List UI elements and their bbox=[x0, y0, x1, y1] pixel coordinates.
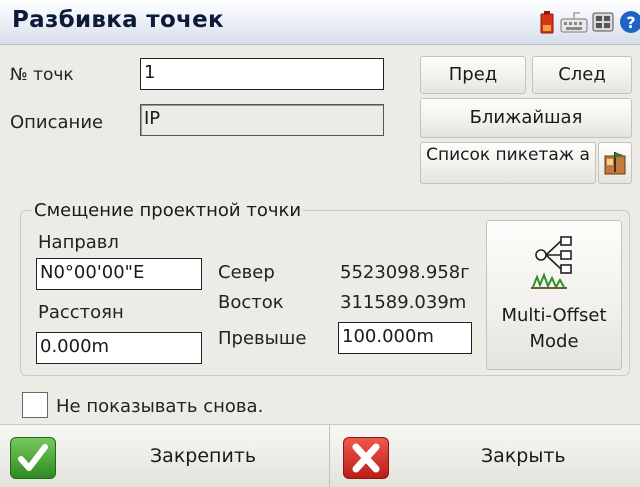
distance-label: Расстоян bbox=[38, 302, 124, 323]
station-list-icon bbox=[604, 152, 626, 175]
multi-offset-icon bbox=[531, 236, 572, 289]
prev-button[interactable]: Пред bbox=[420, 56, 526, 94]
elev-label: Превыше bbox=[218, 328, 307, 349]
point-no-input[interactable]: 1 bbox=[140, 58, 384, 90]
elev-input[interactable]: 100.000m bbox=[338, 322, 472, 354]
battery-icon[interactable] bbox=[538, 10, 560, 34]
close-label: Закрыть bbox=[481, 445, 566, 467]
dont-show-label[interactable]: Не показывать снова. bbox=[56, 396, 263, 417]
station-list-label: Список пикетаж а bbox=[426, 145, 590, 165]
controller-icon[interactable] bbox=[592, 10, 614, 34]
close-icon bbox=[343, 437, 389, 479]
stakeout-label: Закрепить bbox=[150, 445, 257, 467]
next-label: След bbox=[558, 64, 606, 85]
stakeout-button[interactable]: Закрепить bbox=[0, 425, 330, 487]
bottom-bar: Закрепить Закрыть bbox=[0, 424, 640, 487]
direction-input[interactable]: N0°00'00"E bbox=[36, 258, 202, 290]
help-icon[interactable]: ? bbox=[618, 10, 640, 34]
east-value: 311589.039m bbox=[340, 292, 467, 313]
description-label: Описание bbox=[10, 112, 104, 133]
multi-offset-button[interactable]: Multi-Offset Mode bbox=[486, 220, 622, 370]
nearest-button[interactable]: Ближайшая bbox=[420, 98, 632, 138]
title-bar: Разбивка точек ? bbox=[0, 0, 640, 45]
dont-show-checkbox[interactable] bbox=[22, 392, 48, 418]
distance-input[interactable]: 0.000m bbox=[36, 332, 202, 364]
station-list-button[interactable]: Список пикетаж а bbox=[420, 142, 596, 184]
multi-offset-label: Multi-Offset Mode bbox=[501, 305, 607, 352]
station-list-icon-button[interactable] bbox=[598, 142, 632, 184]
nearest-label: Ближайшая bbox=[469, 107, 583, 128]
east-label: Восток bbox=[218, 292, 284, 313]
next-button[interactable]: След bbox=[532, 56, 632, 94]
checkmark-icon bbox=[10, 437, 56, 479]
keyboard-icon[interactable] bbox=[560, 10, 588, 34]
north-label: Север bbox=[218, 262, 275, 283]
north-value: 5523098.958г bbox=[340, 262, 470, 283]
offset-group-legend: Смещение проектной точки bbox=[32, 200, 304, 221]
point-no-label: № точк bbox=[10, 65, 74, 85]
svg-text:?: ? bbox=[626, 13, 635, 32]
description-field[interactable]: IP bbox=[140, 104, 384, 136]
page-title: Разбивка точек bbox=[12, 7, 224, 33]
direction-label: Направл bbox=[38, 232, 119, 253]
close-button[interactable]: Закрыть bbox=[331, 425, 640, 487]
prev-label: Пред bbox=[448, 64, 498, 85]
